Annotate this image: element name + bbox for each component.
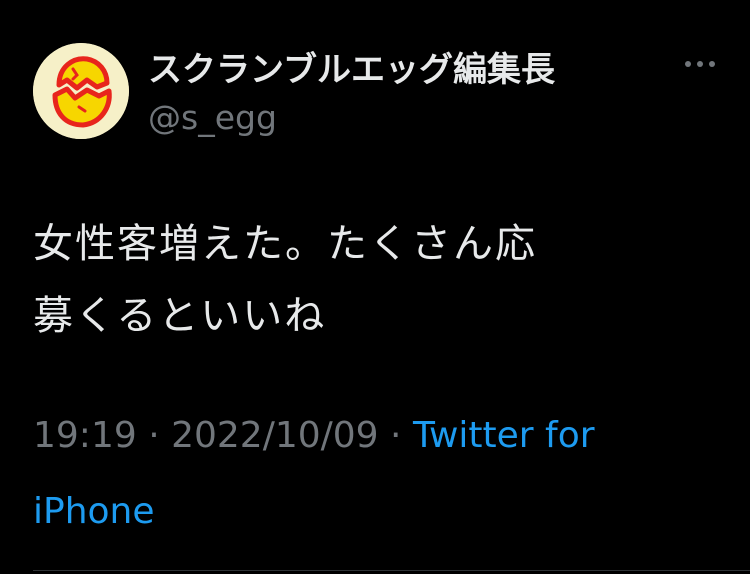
- tweet-text-line: 女性客増えた。たくさん応: [33, 221, 537, 267]
- meta-separator: ·: [136, 415, 172, 456]
- more-horizontal-icon[interactable]: [682, 52, 718, 76]
- user-handle[interactable]: @s_egg: [148, 98, 277, 137]
- tweet-text-line: 募くるといいね: [33, 293, 327, 339]
- tweet-meta: 19:19 · 2022/10/09 · Twitter for iPhone: [33, 398, 723, 550]
- tweet-text: 女性客増えた。たくさん応 募くるといいね: [33, 208, 723, 352]
- tweet-detail: スクランブルエッグ編集長 @s_egg 女性客増えた。たくさん応 募くるといいね…: [0, 0, 750, 574]
- tweet-time[interactable]: 19:19: [33, 415, 137, 456]
- avatar[interactable]: [33, 43, 129, 139]
- divider: [33, 570, 750, 571]
- cracked-egg-icon: [33, 43, 129, 139]
- meta-separator: ·: [378, 415, 413, 456]
- display-name[interactable]: スクランブルエッグ編集長: [148, 42, 555, 91]
- tweet-date[interactable]: 2022/10/09: [171, 415, 379, 456]
